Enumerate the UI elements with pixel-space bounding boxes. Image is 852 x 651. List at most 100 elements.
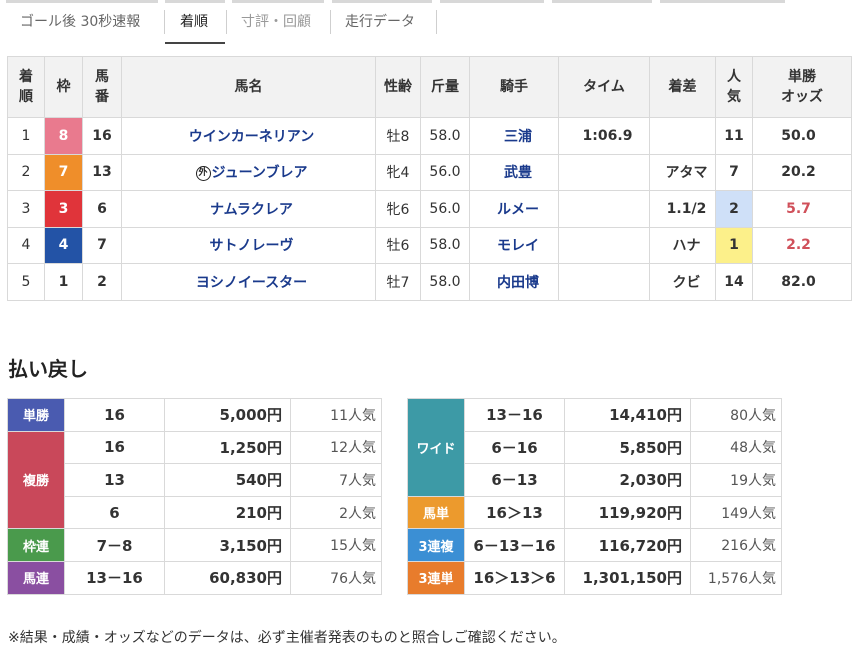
odds-cell: 50.0 — [752, 117, 852, 155]
horse-name[interactable]: ウインカーネリアン — [189, 129, 314, 145]
jockey-link[interactable]: モレイ — [469, 226, 559, 264]
header-weight: 斤量 — [420, 56, 470, 118]
tab-separator — [226, 10, 227, 34]
horse-name-link[interactable]: ヨシノイースター — [121, 263, 376, 301]
rank-cell: 5 — [7, 263, 45, 301]
combo-cell: 6－13－16 — [464, 528, 565, 562]
header-popularity: 人気 — [715, 56, 753, 118]
horse-name[interactable]: ヨシノイースター — [196, 275, 307, 291]
horse-number-cell: 2 — [82, 263, 122, 301]
amount-cell: 5,850円 — [564, 430, 691, 465]
rank-cell: 4 — [7, 226, 45, 264]
popularity-cell: 11 — [715, 117, 753, 155]
horse-number-cell: 7 — [82, 226, 122, 264]
margin-cell: アタマ — [649, 153, 716, 191]
label-bracket-quinella: 枠連 — [7, 528, 65, 562]
tab-running-data[interactable]: 走行データ — [345, 12, 415, 32]
amount-cell: 14,410円 — [564, 398, 691, 432]
time-cell — [558, 153, 650, 191]
weight-cell: 56.0 — [420, 153, 470, 191]
waku-cell: 1 — [44, 263, 83, 301]
tab-results[interactable]: 着順 — [180, 12, 208, 32]
horse-name-link[interactable]: ナムラクレア — [121, 190, 376, 228]
odds-cell: 2.2 — [752, 226, 852, 264]
margin-cell: ハナ — [649, 226, 716, 264]
amount-cell: 1,301,150円 — [564, 560, 691, 595]
header-rank: 着順 — [7, 56, 45, 118]
payout-row-wide: 6－13 2,030円 19人気 — [408, 463, 782, 497]
combo-cell: 16＞13 — [464, 495, 565, 530]
popularity-cell: 80人気 — [690, 398, 782, 432]
tab-separator — [436, 10, 437, 34]
payout-row-trifecta: 3連単 16＞13＞6 1,301,150円 1,576人気 — [407, 560, 782, 595]
weight-cell: 58.0 — [420, 117, 470, 155]
popularity-cell: 1 — [715, 226, 753, 264]
horse-name-link[interactable]: 外ジューンブレア — [121, 153, 376, 191]
sex-age-cell: 牡8 — [375, 117, 421, 155]
amount-cell: 3,150円 — [164, 528, 291, 562]
amount-cell: 60,830円 — [164, 560, 291, 595]
combo-cell: 6 — [64, 495, 165, 530]
popularity-cell: 2 — [715, 190, 753, 228]
jockey-link[interactable]: 三浦 — [469, 117, 559, 155]
label-exacta: 馬単 — [407, 495, 465, 530]
amount-cell: 116,720円 — [564, 528, 691, 562]
horse-name-link[interactable]: ウインカーネリアン — [121, 117, 376, 155]
time-cell — [558, 190, 650, 228]
waku-cell: 8 — [44, 117, 83, 155]
odds-cell: 20.2 — [752, 153, 852, 191]
popularity-cell: 7人気 — [290, 463, 382, 497]
amount-cell: 1,250円 — [164, 430, 291, 465]
disclaimer-note: ※結果・成績・オッズなどのデータは、必ず主催者発表のものと照合しご確認ください。 — [8, 630, 566, 646]
popularity-cell: 48人気 — [690, 430, 782, 465]
popularity-cell: 216人気 — [690, 528, 782, 562]
horse-name[interactable]: ジューンブレア — [212, 165, 308, 181]
jockey-link[interactable]: ルメー — [469, 190, 559, 228]
header-win-odds: 単勝 オッズ — [752, 56, 852, 118]
payout-row-wide: ワイド 13－16 14,410円 80人気 — [407, 398, 782, 497]
payout-title: 払い戻し — [8, 357, 88, 381]
payout-row-wide: 6－16 5,850円 48人気 — [408, 430, 782, 465]
tab-goal-flash[interactable]: ゴール後 30秒速報 — [20, 12, 140, 32]
waku-cell: 3 — [44, 190, 83, 228]
combo-cell: 6－13 — [464, 463, 565, 497]
rank-cell: 1 — [7, 117, 45, 155]
combo-cell: 16 — [64, 430, 165, 465]
results-table: 着順 枠 馬番 馬名 性齢 斤量 騎手 タイム 着差 人気 単勝 オッズ 1 8 … — [7, 56, 852, 301]
label-win: 単勝 — [7, 398, 65, 432]
label-trio: 3連複 — [407, 528, 465, 562]
results-tabs: ゴール後 30秒速報 着順 寸評・回顧 走行データ — [0, 0, 852, 45]
popularity-cell: 11人気 — [290, 398, 382, 432]
horse-number-cell: 16 — [82, 117, 122, 155]
header-time: タイム — [558, 56, 650, 118]
popularity-cell: 19人気 — [690, 463, 782, 497]
sex-age-cell: 牝6 — [375, 190, 421, 228]
horse-name[interactable]: ナムラクレア — [210, 202, 293, 218]
margin-cell — [649, 117, 716, 155]
jockey-link[interactable]: 内田博 — [469, 263, 559, 301]
table-row: 2 7 13 外ジューンブレア 牝4 56.0 武豊 アタマ 7 20.2 — [7, 153, 852, 191]
foreign-horse-mark-icon: 外 — [195, 166, 211, 182]
payout-row-win: 単勝 16 5,000円 11人気 — [7, 398, 382, 432]
header-sex-age: 性齢 — [375, 56, 421, 118]
odds-cell: 5.7 — [752, 190, 852, 228]
header-horse-name: 馬名 — [121, 56, 376, 118]
waku-cell: 7 — [44, 153, 83, 191]
amount-cell: 2,030円 — [564, 463, 691, 497]
margin-cell: クビ — [649, 263, 716, 301]
weight-cell: 58.0 — [420, 263, 470, 301]
horse-name[interactable]: サトノレーヴ — [210, 238, 294, 254]
horse-name-link[interactable]: サトノレーヴ — [121, 226, 376, 264]
sex-age-cell: 牡6 — [375, 226, 421, 264]
table-row: 1 8 16 ウインカーネリアン 牡8 58.0 三浦 1:06.9 11 50… — [7, 117, 852, 155]
active-tab-indicator — [165, 42, 225, 44]
combo-cell: 16＞13＞6 — [464, 560, 565, 595]
table-row: 3 3 6 ナムラクレア 牝6 56.0 ルメー 1.1/2 2 5.7 — [7, 190, 852, 228]
payout-row-place: 13 540円 7人気 — [8, 463, 382, 497]
header-waku: 枠 — [44, 56, 83, 118]
amount-cell: 5,000円 — [164, 398, 291, 432]
jockey-link[interactable]: 武豊 — [469, 153, 559, 191]
tab-review[interactable]: 寸評・回顧 — [241, 12, 311, 32]
popularity-cell: 7 — [715, 153, 753, 191]
popularity-cell: 149人気 — [690, 495, 782, 530]
